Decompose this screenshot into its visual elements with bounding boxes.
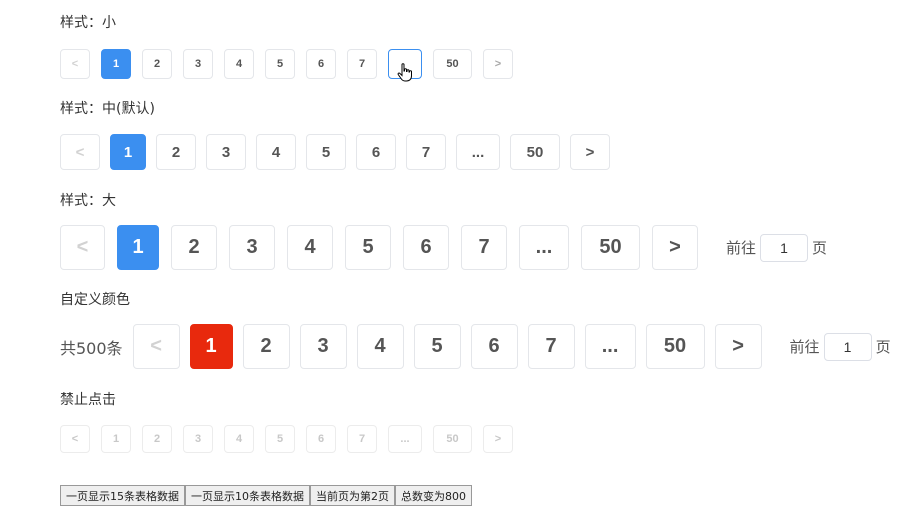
action-button-bar: 一页显示15条表格数据 一页显示10条表格数据 当前页为第2页 总数变为800 [60, 485, 472, 506]
goto-suffix: 页 [875, 338, 891, 356]
pagination-medium: < 1 2 3 4 5 6 7 ... 50 > [60, 134, 620, 170]
page-button-7[interactable]: 7 [347, 49, 377, 79]
next-page-button[interactable]: > [714, 324, 762, 369]
next-page-button[interactable]: > [570, 134, 610, 170]
more-pages-button[interactable]: ... [519, 225, 569, 270]
pagination-disabled: < 1 2 3 4 5 6 7 ... 50 > [60, 425, 524, 453]
page-button-4[interactable]: 4 [224, 49, 254, 79]
goto-page-input[interactable] [823, 332, 872, 361]
page-button-3[interactable]: 3 [229, 225, 275, 270]
page-button-6[interactable]: 6 [470, 324, 518, 369]
goto-prefix: 前往 [726, 239, 757, 257]
page-button-2[interactable]: 2 [171, 225, 217, 270]
page-size-10-button[interactable]: 一页显示10条表格数据 [185, 485, 310, 506]
page-button-6: 6 [306, 425, 336, 453]
page-button-4[interactable]: 4 [287, 225, 333, 270]
set-total-800-button[interactable]: 总数变为800 [395, 485, 472, 506]
page-button-1: 1 [101, 425, 131, 453]
total-count: 共500条 [60, 338, 123, 358]
hand-cursor-icon [397, 63, 412, 82]
page-button-5[interactable]: 5 [265, 49, 295, 79]
page-button-3[interactable]: 3 [183, 49, 213, 79]
more-pages-button[interactable]: ... [456, 134, 500, 170]
next-page-button[interactable]: > [483, 49, 513, 79]
page-button-4[interactable]: 4 [356, 324, 404, 369]
page-button-2[interactable]: 2 [156, 134, 196, 170]
page-button-7[interactable]: 7 [406, 134, 446, 170]
page-button-50[interactable]: 50 [510, 134, 560, 170]
goto-prefix: 前往 [789, 338, 820, 356]
section-label-small: 样式：小 [60, 15, 116, 31]
goto-page: 前往 页 [789, 332, 891, 361]
more-pages-button[interactable]: ... [584, 324, 636, 369]
pagination-large: < 1 2 3 4 5 6 7 ... 50 > 前往 页 [60, 225, 827, 270]
page-button-5[interactable]: 5 [345, 225, 391, 270]
goto-page-input[interactable] [760, 233, 809, 262]
page-button-50[interactable]: 50 [645, 324, 705, 369]
page-button-1[interactable]: 1 [101, 49, 131, 79]
page-button-5[interactable]: 5 [413, 324, 461, 369]
page-button-7: 7 [347, 425, 377, 453]
page-button-1[interactable]: 1 [117, 225, 159, 270]
page-size-15-button[interactable]: 一页显示15条表格数据 [60, 485, 185, 506]
page-button-50: 50 [433, 425, 472, 453]
page-button-6[interactable]: 6 [356, 134, 396, 170]
section-label-large: 样式：大 [60, 193, 116, 209]
page-button-3[interactable]: 3 [206, 134, 246, 170]
page-button-3: 3 [183, 425, 213, 453]
next-page-button: > [483, 425, 513, 453]
page-button-4[interactable]: 4 [256, 134, 296, 170]
goto-page: 前往 页 [726, 233, 828, 262]
pagination-small: < 1 2 3 4 5 6 7 50 > [60, 49, 524, 79]
page-button-1[interactable]: 1 [189, 324, 233, 369]
page-button-7[interactable]: 7 [527, 324, 575, 369]
pagination-custom: 共500条 < 1 2 3 4 5 6 7 ... 50 > 前往 页 [60, 324, 891, 369]
page-button-50[interactable]: 50 [581, 225, 640, 270]
page-button-1[interactable]: 1 [110, 134, 146, 170]
page-button-6[interactable]: 6 [403, 225, 449, 270]
prev-page-button: < [60, 425, 90, 453]
page-button-2: 2 [142, 425, 172, 453]
page-button-3[interactable]: 3 [299, 324, 347, 369]
more-pages-button: ... [388, 425, 422, 453]
section-label-disabled: 禁止点击 [60, 392, 116, 408]
section-label-custom: 自定义颜色 [60, 292, 130, 308]
set-page-2-button[interactable]: 当前页为第2页 [310, 485, 395, 506]
prev-page-button[interactable]: < [60, 49, 90, 79]
page-button-5[interactable]: 5 [306, 134, 346, 170]
next-page-button[interactable]: > [652, 225, 698, 270]
page-button-2[interactable]: 2 [242, 324, 290, 369]
prev-page-button[interactable]: < [132, 324, 180, 369]
page-button-6[interactable]: 6 [306, 49, 336, 79]
prev-page-button[interactable]: < [60, 134, 100, 170]
goto-suffix: 页 [812, 239, 828, 257]
page-button-7[interactable]: 7 [461, 225, 507, 270]
page-button-50[interactable]: 50 [433, 49, 472, 79]
page-button-5: 5 [265, 425, 295, 453]
prev-page-button[interactable]: < [60, 225, 105, 270]
page-button-2[interactable]: 2 [142, 49, 172, 79]
page-button-4: 4 [224, 425, 254, 453]
section-label-medium: 样式：中(默认) [60, 101, 155, 117]
